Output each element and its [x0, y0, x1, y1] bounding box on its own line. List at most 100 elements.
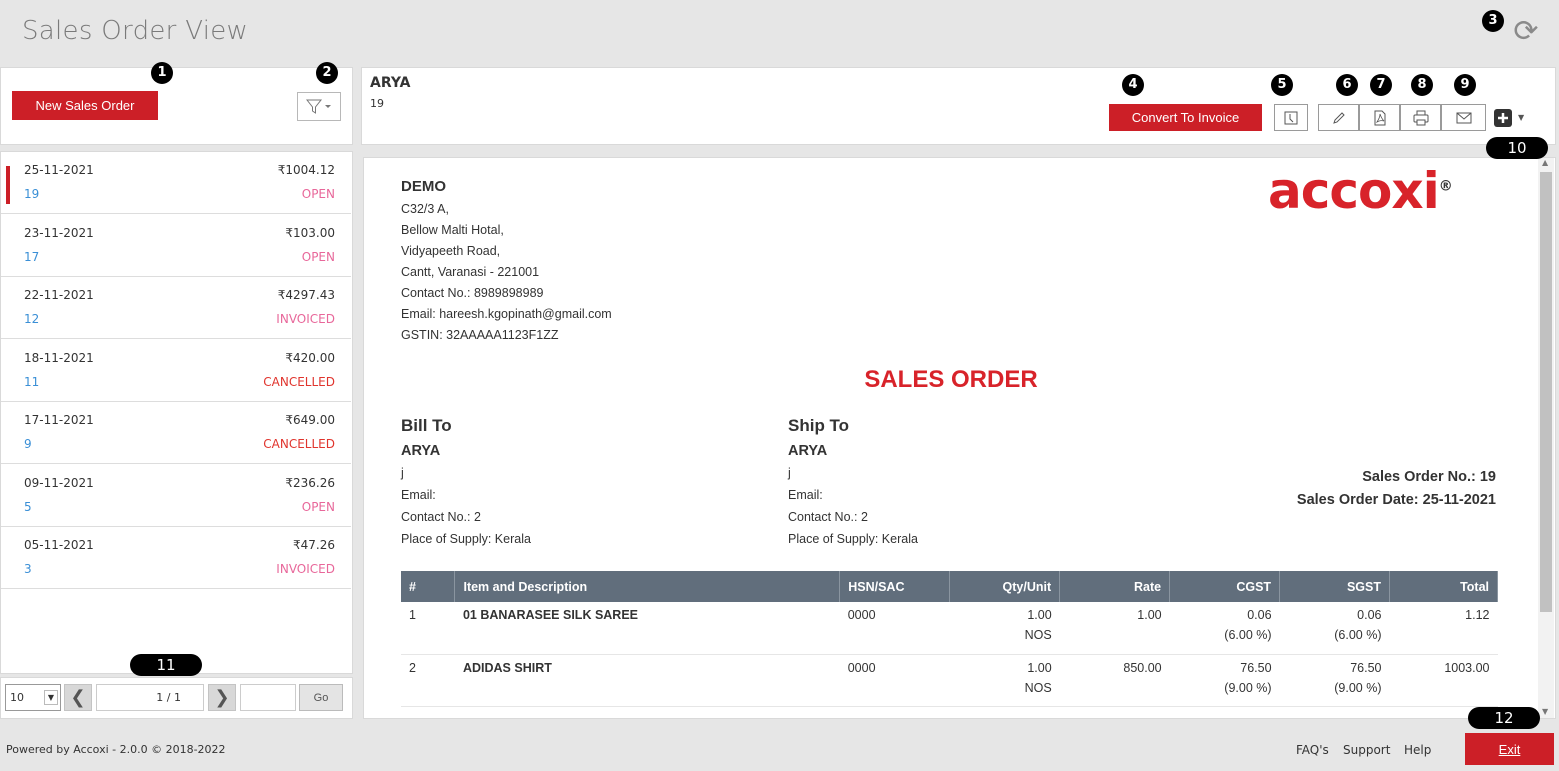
document-scrollbar[interactable]: ▲ ▼	[1538, 158, 1554, 718]
page-title: Sales Order View	[22, 16, 249, 46]
refresh-icon[interactable]: ⟳	[1508, 14, 1544, 50]
list-item[interactable]: 18-11-2021 ₹420.00 11 CANCELLED	[1, 340, 351, 402]
prev-page-button[interactable]: ❮	[64, 684, 92, 711]
edit-button[interactable]	[1318, 104, 1359, 131]
sgst-percent: (9.00 %)	[1334, 680, 1382, 695]
history-icon	[1284, 111, 1298, 124]
callout-badge: 7	[1370, 74, 1392, 96]
order-amount: ₹103.00	[285, 225, 335, 240]
list-item[interactable]: 25-11-2021 ₹1004.12 19 OPEN	[1, 152, 351, 214]
table-row: 1 01 BANARASEE SILK SAREE 0000 1.00 NOS 1.00 0…	[401, 602, 1498, 655]
email-button[interactable]	[1441, 104, 1486, 131]
ship-to-label: Ship To	[788, 416, 850, 435]
total: 1.12	[1389, 602, 1498, 655]
order-amount: ₹420.00	[285, 350, 335, 365]
order-date: 18-11-2021	[24, 350, 94, 365]
address-line: Email:	[788, 488, 823, 502]
page-indicator: 1 / 1	[96, 684, 204, 711]
print-button[interactable]	[1400, 104, 1441, 131]
status-badge: OPEN	[301, 499, 335, 514]
table-body: 1 01 BANARASEE SILK SAREE 0000 1.00 NOS 1.00 0…	[401, 602, 1498, 707]
callout-badge: 1	[151, 62, 173, 84]
status-badge: OPEN	[301, 249, 335, 264]
customer-name: ARYA	[370, 75, 411, 91]
scroll-thumb[interactable]	[1540, 172, 1552, 612]
callout-badge: 11	[130, 654, 202, 676]
callout-badge: 10	[1486, 137, 1548, 159]
print-icon	[1413, 110, 1428, 125]
order-date: 09-11-2021	[24, 475, 94, 490]
qty-unit-cell: 1.00 NOS	[949, 602, 1060, 655]
company-name: DEMO	[401, 178, 446, 195]
add-icon	[1494, 108, 1512, 127]
order-amount: ₹47.26	[293, 538, 335, 552]
list-item[interactable]: 23-11-2021 ₹103.00 17 OPEN	[1, 215, 351, 277]
new-sales-order-button[interactable]: New Sales Order	[12, 91, 158, 120]
column-header: Rate	[1059, 571, 1171, 602]
callout-badge: 6	[1336, 74, 1358, 96]
address-line: Email: hareesh.kgopinath@gmail.com	[401, 307, 612, 321]
qty: 1.00	[1027, 660, 1052, 675]
order-number-link: 11	[24, 374, 40, 389]
go-button[interactable]: Go	[299, 684, 343, 711]
row-index: 2	[401, 654, 455, 707]
cgst: 0.06	[1247, 608, 1272, 622]
bill-to-label: Bill To	[401, 416, 452, 435]
sales-order-date: Sales Order Date: 25-11-2021	[1296, 492, 1496, 508]
ship-to-name: ARYA	[788, 443, 828, 459]
cgst-percent: (6.00 %)	[1224, 628, 1272, 642]
order-number-link: 3	[24, 562, 32, 576]
edit-icon	[1332, 111, 1345, 124]
filter-button[interactable]	[297, 92, 341, 121]
address-line: Bellow Malti Hotal,	[401, 223, 504, 237]
page-size-select[interactable]: 10 ▼	[5, 684, 61, 711]
order-date: 17-11-2021	[24, 413, 94, 427]
history-button[interactable]	[1274, 104, 1308, 131]
add-menu-button[interactable]: ▼	[1494, 104, 1546, 131]
address-line: Cantt, Varanasi - 221001	[401, 265, 540, 279]
filter-icon	[306, 99, 331, 114]
list-item[interactable]: 17-11-2021 ₹649.00 9 CANCELLED	[1, 402, 351, 464]
scroll-down-arrow[interactable]: ▼	[1542, 707, 1548, 716]
sgst-percent: (6.00 %)	[1334, 628, 1382, 642]
status-badge: OPEN	[301, 187, 335, 201]
help-link[interactable]: Help	[1404, 743, 1431, 757]
exit-button[interactable]: Exit	[1465, 733, 1554, 765]
status-badge: INVOICED	[276, 562, 335, 576]
convert-to-invoice-button[interactable]: Convert To Invoice	[1109, 104, 1262, 131]
scroll-up-arrow[interactable]: ▲	[1542, 158, 1548, 167]
support-link[interactable]: Support	[1343, 743, 1390, 757]
column-header: CGST	[1169, 571, 1281, 602]
sgst: 76.50	[1350, 660, 1382, 675]
column-header: Total	[1389, 571, 1499, 602]
callout-badge: 3	[1482, 10, 1504, 32]
table-header-row: # Item and Description HSN/SAC Qty/Unit Rate…	[401, 571, 1499, 602]
order-date: 23-11-2021	[24, 225, 94, 240]
faq-link[interactable]: FAQ's	[1296, 743, 1329, 757]
bill-to-name: ARYA	[401, 443, 441, 459]
cgst-cell: 0.06 (6.00 %)	[1169, 602, 1280, 655]
list-item[interactable]: 09-11-2021 ₹236.26 5 OPEN	[1, 465, 351, 527]
qty-unit-cell: 1.00 NOS	[949, 654, 1060, 707]
next-page-button[interactable]: ❯	[208, 684, 236, 711]
list-item[interactable]: 22-11-2021 ₹4297.43 12 INVOICED	[1, 277, 351, 339]
item-description: 01 BANARASEE SILK SAREE	[454, 602, 840, 655]
rate: 1.00	[1059, 602, 1170, 655]
chevron-down-icon: ▼	[44, 690, 58, 705]
hsn-code: 0000	[839, 602, 950, 655]
order-amount: ₹649.00	[285, 413, 335, 427]
status-badge: INVOICED	[276, 312, 335, 326]
order-number: 19	[370, 97, 384, 110]
order-amount: ₹1004.12	[277, 163, 335, 177]
callout-badge: 5	[1271, 74, 1293, 96]
list-item[interactable]: 05-11-2021 ₹47.26 3 INVOICED	[1, 527, 351, 589]
callout-badge: 4	[1122, 74, 1144, 96]
pdf-button[interactable]	[1359, 104, 1400, 131]
status-badge: CANCELLED	[263, 374, 335, 389]
order-number-link: 17	[24, 249, 40, 264]
goto-page-input[interactable]	[240, 684, 296, 711]
sgst-cell: 76.50 (9.00 %)	[1279, 654, 1390, 707]
order-amount: ₹4297.43	[277, 288, 335, 302]
column-header: #	[401, 571, 456, 602]
order-date: 22-11-2021	[24, 288, 94, 302]
